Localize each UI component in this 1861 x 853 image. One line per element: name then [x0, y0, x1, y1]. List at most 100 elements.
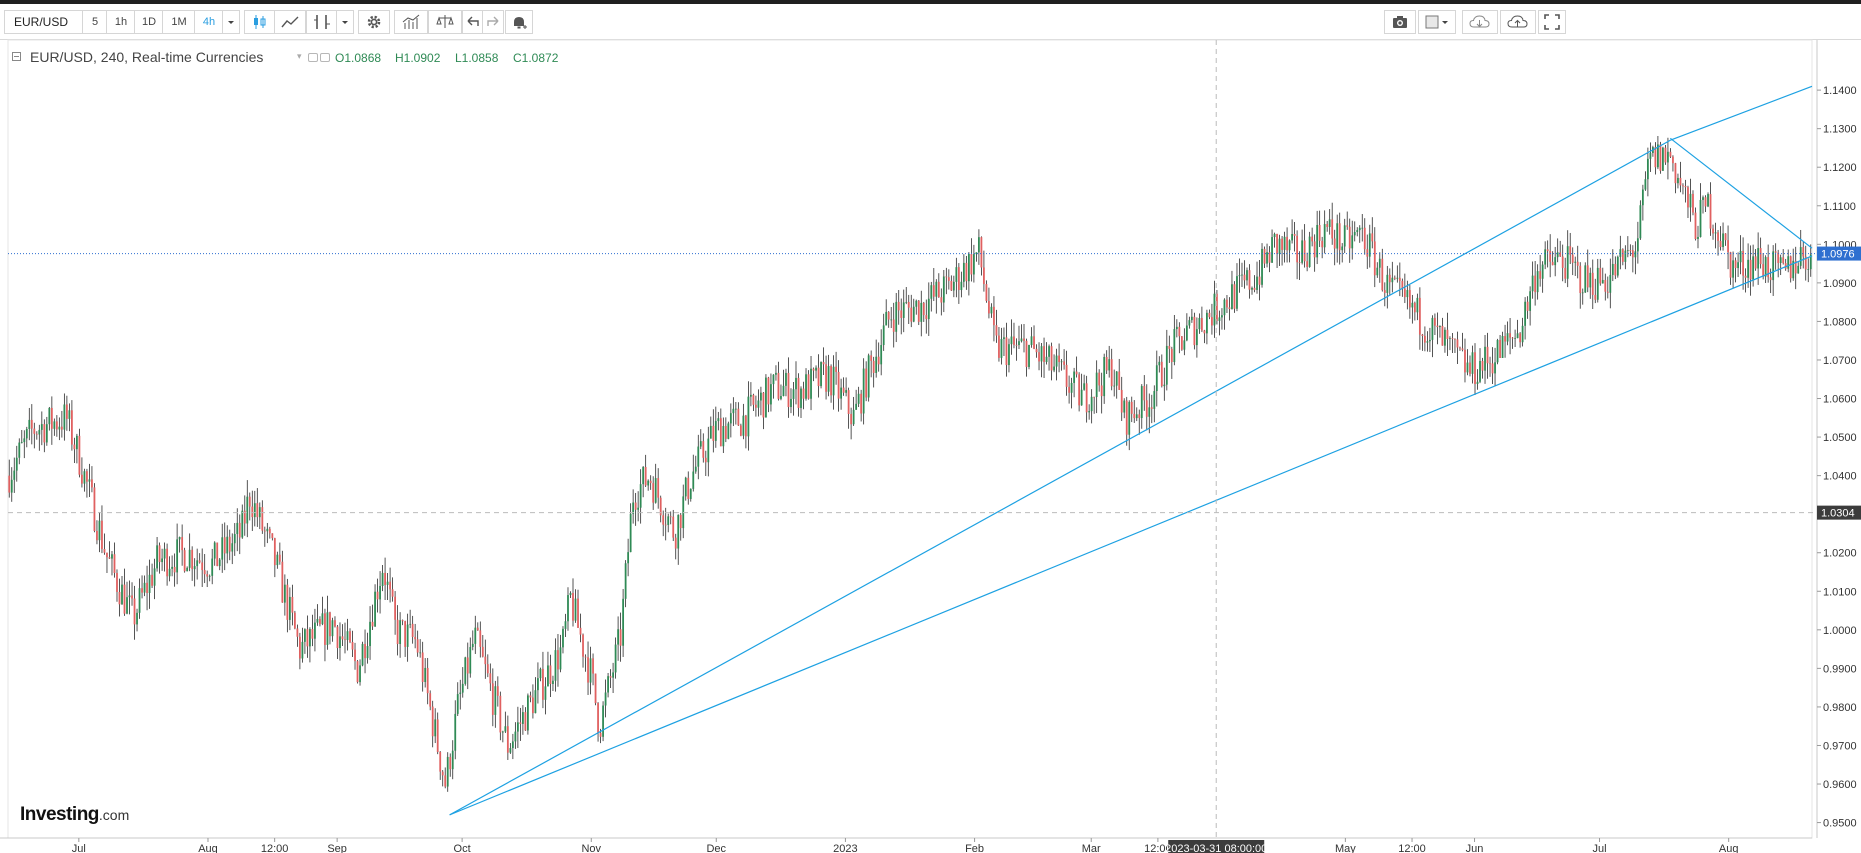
- candle-body-up: [1506, 333, 1509, 342]
- candle: [78, 428, 81, 478]
- candle-body-down: [1118, 371, 1121, 390]
- settings-small-icon[interactable]: [320, 53, 330, 62]
- candle-body-down: [837, 371, 840, 399]
- candle-body-down: [1423, 335, 1426, 343]
- candle-body-down: [1216, 293, 1218, 321]
- candle-body-down: [1664, 147, 1667, 163]
- candle-body-up: [1073, 371, 1076, 383]
- candle-body-up: [148, 574, 151, 593]
- candle-body-up: [602, 705, 604, 737]
- candle-body-down: [216, 542, 219, 567]
- candle-body-up: [880, 345, 883, 365]
- candle-body-down: [33, 428, 36, 434]
- price-tick-label: 1.0800: [1823, 316, 1857, 328]
- candle-body-up: [1516, 333, 1519, 339]
- candle-body-up: [1501, 336, 1504, 358]
- candle-body-down: [797, 377, 800, 408]
- candle-body-down: [201, 562, 204, 571]
- candle-body-down: [1243, 274, 1246, 281]
- candle-body-down: [652, 483, 655, 503]
- candle-body-down: [672, 516, 675, 538]
- candle-body-up: [471, 643, 474, 648]
- candle-body-up: [800, 388, 802, 408]
- candle-body-down: [1551, 261, 1554, 266]
- candle-body-up: [1699, 199, 1702, 237]
- candle-body-up: [1416, 297, 1419, 313]
- legend-menu-chevron-icon[interactable]: ▾: [297, 51, 302, 62]
- candle-body-up: [361, 643, 364, 666]
- candle-body-up: [236, 522, 239, 535]
- candle-body-up: [1353, 232, 1356, 236]
- candle-body-up: [464, 657, 467, 684]
- candle-body-down: [907, 301, 910, 308]
- candle-body-up: [930, 285, 933, 299]
- candle-body-up: [1636, 238, 1639, 252]
- candle-body-up: [1198, 317, 1201, 330]
- candle-body-down: [364, 643, 366, 659]
- candle-body-up: [1358, 227, 1361, 231]
- eye-icon[interactable]: [308, 53, 318, 62]
- candle-body-up: [288, 596, 291, 620]
- candle-body-down: [191, 549, 194, 570]
- candle-body-up: [1378, 258, 1381, 268]
- candle: [1639, 200, 1642, 240]
- candle-body-up: [857, 393, 860, 404]
- candle-body-down: [822, 362, 825, 365]
- candle-body-up: [1714, 232, 1717, 234]
- time-tick-label: May: [1335, 843, 1356, 853]
- candle-body-down: [108, 557, 111, 559]
- candle-body-down: [1130, 401, 1133, 414]
- collapse-legend-icon[interactable]: [12, 52, 21, 61]
- candle-body-up: [1266, 252, 1268, 264]
- candle-body-down: [479, 630, 482, 647]
- candle-body-down: [1569, 246, 1572, 255]
- time-tick-label: 12:00: [261, 843, 289, 853]
- candle: [1180, 336, 1183, 351]
- candle-body-down: [532, 697, 534, 714]
- candle-body-up: [1088, 411, 1091, 413]
- candle-body-up: [459, 692, 462, 695]
- plot-area[interactable]: [7, 39, 1813, 839]
- candle-body-up: [920, 302, 923, 322]
- candle-body-down: [1434, 317, 1436, 326]
- candle-body-up: [1584, 265, 1587, 293]
- candle-body-up: [1341, 246, 1344, 251]
- candle-body-down: [1078, 374, 1081, 406]
- candle-body-up: [729, 413, 732, 424]
- candle-body-down: [860, 393, 863, 414]
- candle-body-down: [1459, 347, 1461, 349]
- candle-body-down: [1150, 407, 1153, 409]
- candle-body-up: [1000, 339, 1003, 358]
- candle-body-up: [374, 591, 376, 627]
- candle-body-down: [825, 364, 827, 392]
- candle-body-up: [1221, 315, 1223, 318]
- candle-body-down: [73, 444, 76, 450]
- candle-body-down: [489, 673, 492, 684]
- candle-body-up: [820, 362, 822, 387]
- candle-body-down: [96, 530, 98, 541]
- candle-body-up: [875, 356, 878, 373]
- candle-body-up: [1343, 225, 1346, 247]
- candle-body-up: [1476, 381, 1479, 384]
- candle-body-down: [1546, 249, 1549, 252]
- candle-body-up: [168, 568, 171, 577]
- candle-body-up: [1291, 234, 1293, 241]
- candle-body-down: [281, 561, 284, 603]
- candle-body-down: [1403, 288, 1406, 298]
- candle-body-up: [1556, 252, 1559, 258]
- candle-body-down: [1727, 240, 1729, 253]
- price-chart[interactable]: 1.14001.13001.12001.11001.10001.09001.08…: [0, 0, 1861, 853]
- time-tick-label: 12:00: [1398, 843, 1426, 853]
- candle-body-up: [1238, 275, 1241, 277]
- candle-body-down: [263, 530, 266, 532]
- time-tick-label: 2023: [833, 843, 857, 853]
- candle-body-up: [1183, 340, 1186, 350]
- candle-body-down: [830, 366, 832, 396]
- candle: [183, 547, 186, 573]
- candle-body-up: [514, 731, 517, 742]
- candle-body-down: [1526, 301, 1529, 311]
- candle: [1308, 231, 1311, 268]
- candle-body-down: [1160, 361, 1163, 387]
- candle-body-up: [1581, 292, 1584, 294]
- candle-body-down: [411, 623, 414, 637]
